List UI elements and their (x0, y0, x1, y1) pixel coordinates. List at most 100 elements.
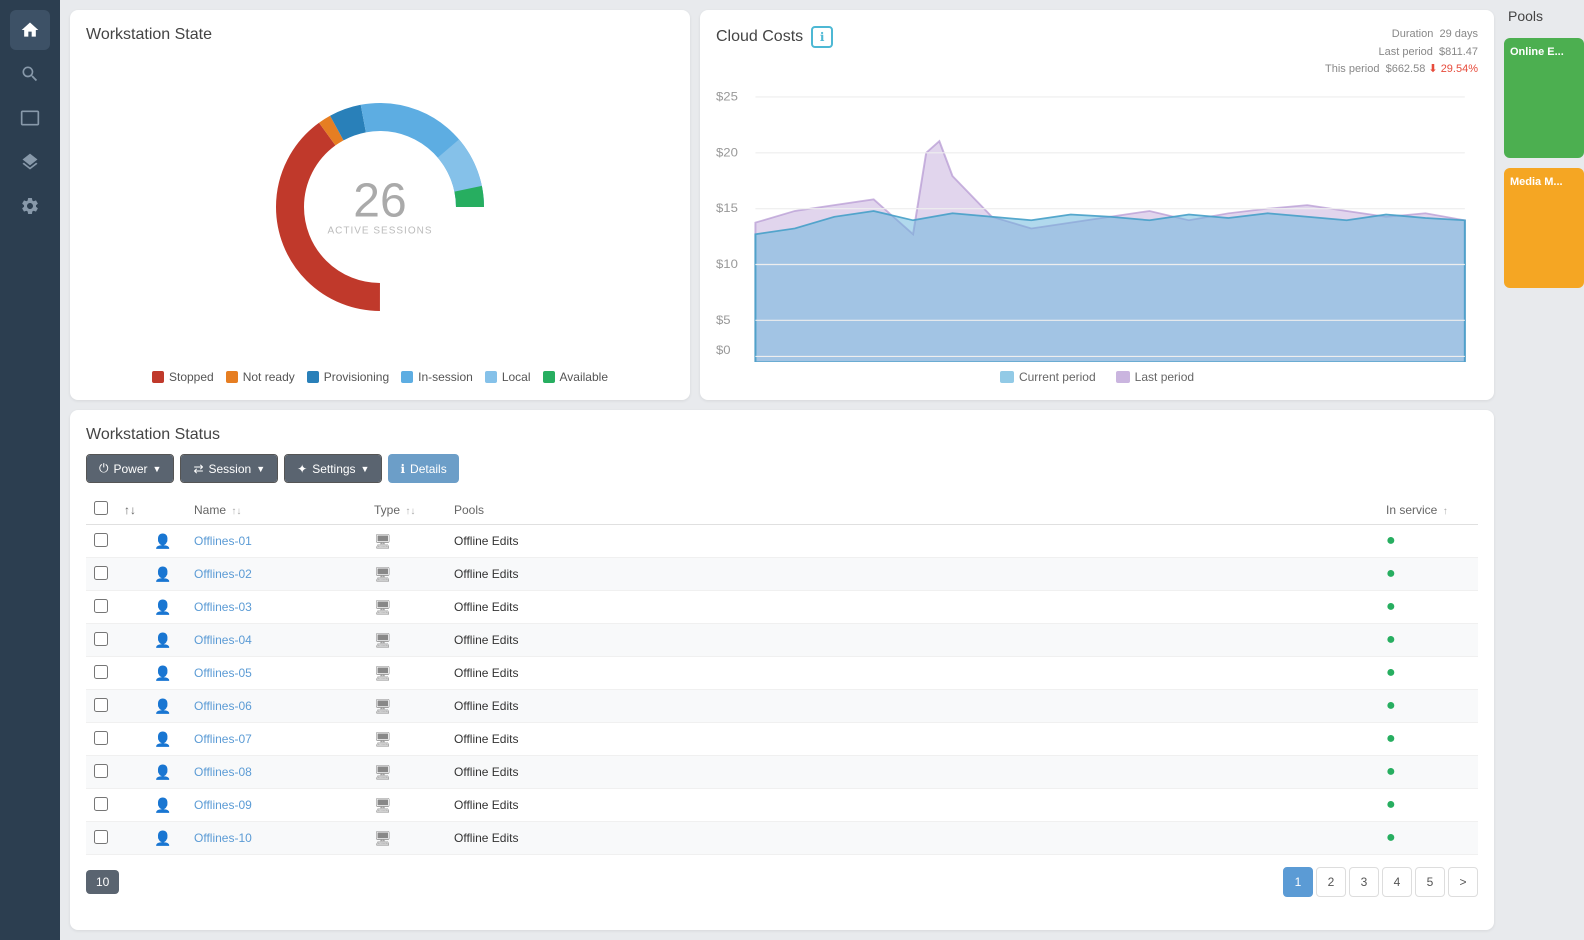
row-checkbox[interactable] (94, 698, 108, 712)
col-num-sort: ↑↓ (124, 503, 136, 517)
page-buttons: 12345> (1283, 867, 1478, 897)
row-user-icon: 👤 (146, 822, 186, 855)
top-row: Workstation State (70, 10, 1494, 400)
sidebar-item-search[interactable] (10, 54, 50, 94)
table-row: 👤 Offlines-10 🖥 Offline Edits ● (86, 822, 1478, 855)
status-green-icon: ● (1386, 598, 1396, 615)
cost-stats: Duration 29 days Last period $811.47 Thi… (1325, 26, 1478, 79)
row-name[interactable]: Offlines-09 (186, 789, 366, 822)
status-green-icon: ● (1386, 664, 1396, 681)
page-button-5[interactable]: 5 (1415, 867, 1445, 897)
pool-card-online[interactable]: Online E... (1504, 38, 1584, 158)
page-button-3[interactable]: 3 (1349, 867, 1379, 897)
status-green-icon: ● (1386, 730, 1396, 747)
sidebar-item-home[interactable] (10, 10, 50, 50)
page-button-4[interactable]: 4 (1382, 867, 1412, 897)
row-checkbox[interactable] (94, 632, 108, 646)
donut-center: 26 ACTIVE SESSIONS (327, 178, 432, 237)
sidebar-item-display[interactable] (10, 98, 50, 138)
row-service: ● (1378, 756, 1478, 789)
table-row: 👤 Offlines-01 🖥 Offline Edits ● (86, 525, 1478, 558)
ws-type-icon: 🖥 (374, 797, 392, 813)
row-user-icon: 👤 (146, 756, 186, 789)
details-label: Details (410, 462, 447, 476)
settings-caret: ▼ (361, 464, 370, 474)
table-row: 👤 Offlines-06 🖥 Offline Edits ● (86, 690, 1478, 723)
cloud-costs-info-button[interactable]: ℹ (811, 26, 833, 48)
session-button[interactable]: ⇄ Session ▼ (181, 455, 277, 482)
row-num (116, 789, 146, 822)
page-button-2[interactable]: 2 (1316, 867, 1346, 897)
row-name[interactable]: Offlines-01 (186, 525, 366, 558)
active-sessions-number: 26 (327, 178, 432, 226)
row-user-icon: 👤 (146, 591, 186, 624)
row-type: 🖥 (366, 624, 446, 657)
row-name[interactable]: Offlines-02 (186, 558, 366, 591)
legend-dot-provisioning (307, 371, 319, 383)
col-type-header[interactable]: Type ↑↓ (366, 495, 446, 525)
row-type: 🖥 (366, 756, 446, 789)
row-user-icon: 👤 (146, 558, 186, 591)
row-num (116, 624, 146, 657)
row-checkbox[interactable] (94, 731, 108, 745)
sidebar-item-layers[interactable] (10, 142, 50, 182)
row-type: 🖥 (366, 822, 446, 855)
row-type: 🖥 (366, 789, 446, 822)
row-checkbox[interactable] (94, 566, 108, 580)
legend-dot-last (1116, 371, 1130, 383)
power-button[interactable]: ⏻ Power ▼ (87, 455, 173, 482)
sidebar-item-settings[interactable] (10, 186, 50, 226)
row-checkbox[interactable] (94, 533, 108, 547)
row-pool: Offline Edits (446, 591, 1378, 624)
legend-provisioning: Provisioning (307, 370, 389, 384)
cloud-costs-chart: $25 $20 $15 $10 $5 $0 (716, 83, 1478, 362)
active-sessions-label: ACTIVE SESSIONS (327, 226, 432, 237)
row-pool: Offline Edits (446, 657, 1378, 690)
ws-type-icon: 🖥 (374, 731, 392, 747)
svg-text:$20: $20 (716, 146, 738, 159)
settings-label: Settings (312, 462, 355, 476)
row-name[interactable]: Offlines-06 (186, 690, 366, 723)
col-service-header[interactable]: In service ↑ (1378, 495, 1478, 525)
pools-panel: Pools Online E... Media M... (1504, 0, 1584, 940)
settings-button[interactable]: ✦ Settings ▼ (285, 455, 381, 482)
svg-text:$5: $5 (716, 313, 731, 326)
legend-label-local: Local (502, 370, 531, 384)
page-button-1[interactable]: 1 (1283, 867, 1313, 897)
user-icon: 👤 (154, 698, 171, 714)
row-name[interactable]: Offlines-08 (186, 756, 366, 789)
donut-container: 26 ACTIVE SESSIONS (86, 54, 674, 360)
row-type: 🖥 (366, 525, 446, 558)
details-button[interactable]: ℹ Details (388, 454, 458, 483)
row-checkbox[interactable] (94, 599, 108, 613)
col-name-header[interactable]: Name ↑↓ (186, 495, 366, 525)
row-name[interactable]: Offlines-05 (186, 657, 366, 690)
row-service: ● (1378, 657, 1478, 690)
row-checkbox[interactable] (94, 665, 108, 679)
ws-type-icon: 🖥 (374, 533, 392, 549)
status-green-icon: ● (1386, 763, 1396, 780)
legend-available: Available (543, 370, 608, 384)
pool-label-online: Online E... (1510, 46, 1564, 58)
row-checkbox[interactable] (94, 797, 108, 811)
row-pool: Offline Edits (446, 789, 1378, 822)
table-row: 👤 Offlines-07 🖥 Offline Edits ● (86, 723, 1478, 756)
legend-local: Local (485, 370, 531, 384)
row-name[interactable]: Offlines-10 (186, 822, 366, 855)
row-pool: Offline Edits (446, 690, 1378, 723)
cloud-costs-card: Cloud Costs ℹ Duration 29 days Last peri… (700, 10, 1494, 400)
legend-not-ready: Not ready (226, 370, 295, 384)
settings-icon: ✦ (297, 462, 307, 476)
page-size-button[interactable]: 10 (86, 870, 119, 894)
row-name[interactable]: Offlines-04 (186, 624, 366, 657)
page-next-button[interactable]: > (1448, 867, 1478, 897)
pool-card-media[interactable]: Media M... (1504, 168, 1584, 288)
svg-text:$25: $25 (716, 90, 738, 103)
legend-dot-stopped (152, 371, 164, 383)
row-checkbox[interactable] (94, 830, 108, 844)
row-name[interactable]: Offlines-03 (186, 591, 366, 624)
toolbar: ⏻ Power ▼ ⇄ Session ▼ ✦ Settings ▼ (86, 454, 1478, 483)
row-name[interactable]: Offlines-07 (186, 723, 366, 756)
row-checkbox[interactable] (94, 764, 108, 778)
select-all-checkbox[interactable] (94, 501, 108, 515)
